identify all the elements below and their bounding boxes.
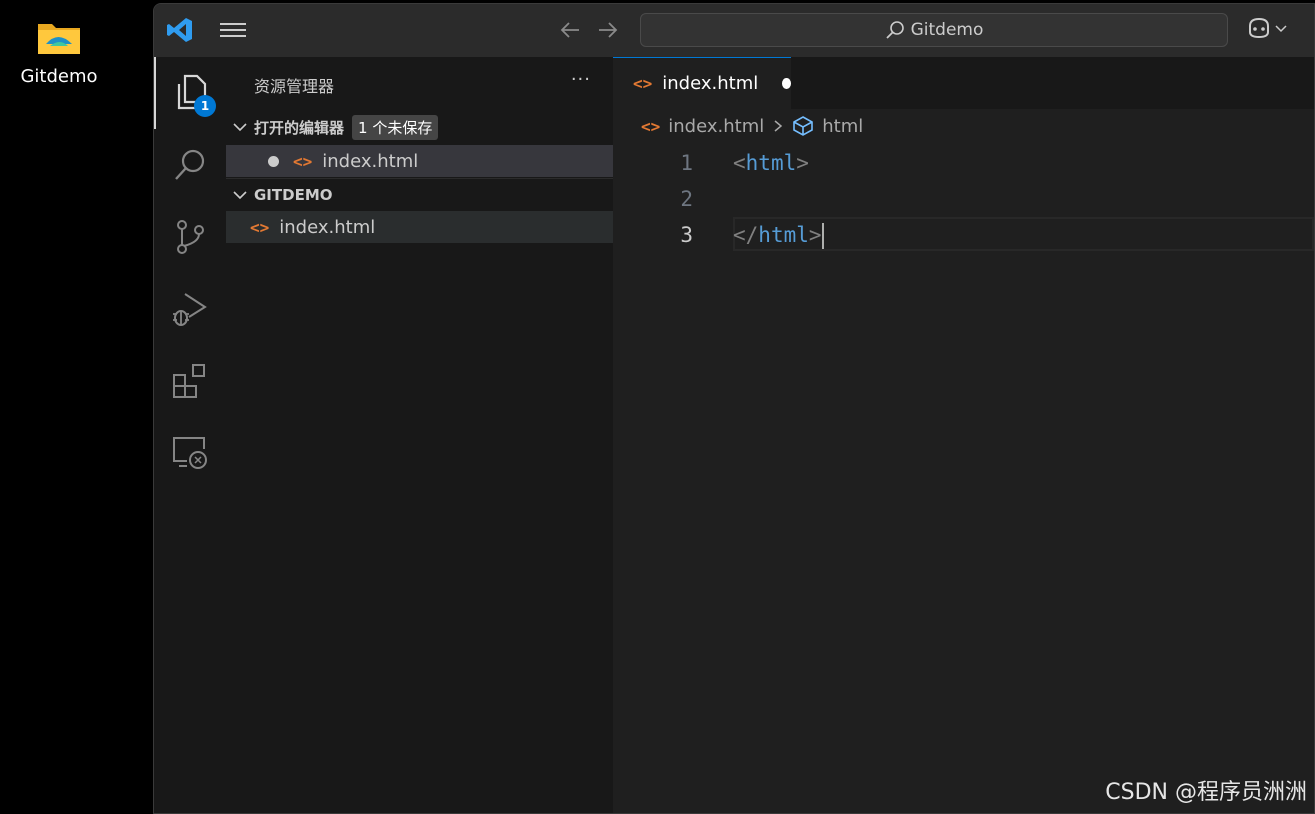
activity-source-control[interactable] [154, 201, 226, 273]
copilot-icon [1249, 17, 1269, 39]
forward-arrow-icon[interactable] [597, 20, 619, 40]
tag-name: html [745, 151, 797, 175]
desktop-folder-gitdemo[interactable]: Gitdemo [12, 18, 106, 87]
code-line[interactable]: <html> [733, 151, 809, 175]
explorer-sidebar: 资源管理器 ··· 打开的编辑器 1 个未保存 <> index.html GI… [226, 57, 614, 813]
search-text: Gitdemo [910, 20, 984, 40]
chevron-down-icon [1275, 25, 1287, 33]
tag-bracket: > [796, 151, 809, 175]
source-control-icon [177, 220, 204, 254]
more-actions-button[interactable]: ··· [571, 69, 591, 90]
open-editors-section[interactable]: 打开的编辑器 1 个未保存 [226, 111, 613, 143]
tag-bracket: </ [733, 223, 759, 247]
vscode-logo-icon [167, 18, 192, 42]
html-file-icon: <> [250, 217, 270, 237]
activity-extensions[interactable] [154, 345, 226, 417]
line-number: 1 [680, 151, 693, 175]
line-number: 3 [680, 223, 693, 247]
explorer-badge: 1 [194, 95, 216, 117]
activity-bar: 1 [154, 57, 226, 813]
vscode-window: Gitdemo 1 资源管理器 ··· 打开的编辑器 1 个未保存 <> ind… [153, 3, 1315, 814]
editor-tabs: <> index.html [613, 57, 1314, 109]
activity-remote-explorer[interactable] [154, 417, 226, 489]
tab-index-html[interactable]: <> index.html [613, 57, 791, 109]
menu-icon[interactable] [220, 20, 246, 40]
folder-icon [38, 24, 80, 54]
unsaved-dot-icon[interactable] [782, 78, 791, 89]
activity-search[interactable] [154, 129, 226, 201]
activity-explorer[interactable]: 1 [154, 57, 226, 129]
modified-dot-icon [268, 155, 279, 167]
code-line[interactable]: </html> [733, 223, 824, 249]
run-debug-icon [173, 293, 207, 326]
copilot-button[interactable] [1246, 16, 1288, 40]
text-cursor [821, 223, 824, 249]
back-arrow-icon[interactable] [559, 20, 581, 40]
tab-label: index.html [662, 73, 759, 94]
activity-run-debug[interactable] [154, 273, 226, 345]
chevron-down-icon [233, 191, 247, 200]
gitdemo-folder-section[interactable]: GITDEMO [226, 179, 613, 211]
tag-name: html [758, 223, 809, 247]
search-icon [175, 149, 205, 180]
open-editors-label: 打开的编辑器 [254, 118, 345, 137]
folder-file-item[interactable]: <> index.html [226, 211, 613, 243]
editor-area: <> index.html <> index.html html 1 <html… [613, 57, 1314, 813]
open-editor-item[interactable]: <> index.html [226, 145, 613, 177]
search-icon [885, 21, 904, 39]
symbol-element-icon [793, 116, 814, 136]
breadcrumb: <> index.html html [641, 115, 863, 137]
title-bar: Gitdemo [154, 4, 1314, 58]
command-center-search[interactable]: Gitdemo [640, 13, 1228, 47]
open-editor-filename: index.html [322, 150, 419, 172]
breadcrumb-file[interactable]: index.html [668, 116, 764, 137]
remote-explorer-icon [173, 437, 207, 469]
tag-bracket: > [808, 223, 822, 247]
watermark: CSDN @程序员洲洲 [1105, 780, 1307, 805]
html-file-icon: <> [641, 116, 661, 136]
breadcrumb-symbol[interactable]: html [822, 116, 863, 137]
folder-filename: index.html [279, 216, 376, 238]
tag-bracket: < [733, 151, 746, 175]
line-number: 2 [680, 187, 693, 211]
sidebar-title: 资源管理器 [254, 77, 335, 96]
unsaved-badge: 1 个未保存 [352, 114, 439, 140]
html-file-icon: <> [633, 74, 653, 93]
html-file-icon: <> [293, 151, 313, 171]
chevron-right-icon [774, 120, 783, 132]
folder-label: GITDEMO [254, 186, 333, 204]
chevron-down-icon [233, 123, 247, 132]
desktop-folder-label: Gitdemo [20, 66, 98, 87]
extensions-icon [173, 364, 205, 398]
